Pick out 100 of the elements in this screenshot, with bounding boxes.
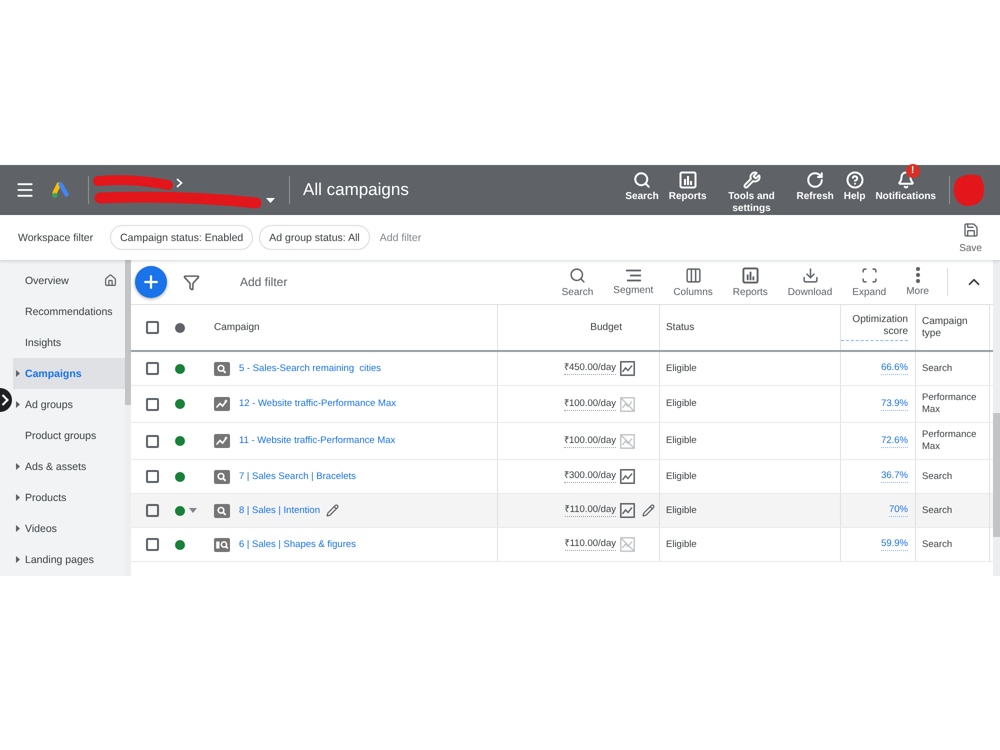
- optimization-score-link[interactable]: 70%: [888, 504, 908, 517]
- row-checkbox[interactable]: [146, 398, 159, 410]
- more-button[interactable]: More: [896, 267, 939, 297]
- row-checkbox[interactable]: [146, 538, 159, 551]
- download-button[interactable]: Download: [778, 266, 842, 298]
- search-icon: [633, 171, 652, 189]
- row-checkbox[interactable]: [146, 504, 159, 517]
- campaign-link[interactable]: 5 - Sales-Search remaining cities: [239, 362, 382, 374]
- columns-button[interactable]: Columns: [663, 266, 723, 298]
- campaign-type-text: Search: [922, 504, 952, 516]
- sidebar-item[interactable]: Insights: [13, 327, 125, 358]
- column-header: Budget: [590, 322, 622, 334]
- campaign-link[interactable]: 8 | Sales | Intention: [239, 504, 320, 516]
- table-row[interactable]: 11 - Website traffic-Performance Max ₹100.00/day Eligible 72.6% Performance Max: [131, 423, 993, 460]
- select-all-checkbox[interactable]: [146, 321, 159, 334]
- wrench-icon: [742, 171, 761, 189]
- redaction-blob: [953, 173, 985, 207]
- reports-button[interactable]: Reports: [722, 266, 778, 298]
- line-chart-icon[interactable]: [620, 361, 635, 376]
- row-checkbox[interactable]: [146, 362, 159, 375]
- sidebar-item[interactable]: Products: [13, 482, 125, 513]
- optimization-score-link[interactable]: 72.6%: [881, 434, 908, 448]
- trend-line-tile-icon: [214, 434, 230, 448]
- budget-amount: ₹110.00/day: [564, 538, 616, 551]
- sidebar-item[interactable]: Videos: [13, 513, 125, 544]
- sidebar-item[interactable]: Overview: [13, 265, 125, 296]
- table-row[interactable]: 12 - Website traffic-Performance Max ₹100.00/day Eligible 73.9% Performance Max: [131, 386, 993, 423]
- sidebar-item[interactable]: Ad groups: [13, 389, 125, 420]
- caret-down-icon[interactable]: [266, 198, 275, 203]
- scrollbar-thumb[interactable]: [993, 413, 1000, 537]
- workspace-filter-label: Workspace filter: [18, 232, 94, 244]
- filter-button[interactable]: [183, 274, 200, 290]
- download-icon: [802, 266, 819, 284]
- campaign-type-text: Performance Max: [922, 392, 978, 416]
- line-chart-icon[interactable]: [620, 503, 635, 518]
- sidebar-item[interactable]: Recommendations: [13, 296, 125, 327]
- edit-icon[interactable]: [642, 504, 655, 517]
- page-title: All campaigns: [303, 180, 409, 200]
- row-checkbox[interactable]: [146, 434, 159, 448]
- campaign-link[interactable]: 11 - Website traffic-Performance Max: [239, 435, 396, 447]
- optimization-score-link[interactable]: 36.7%: [881, 470, 908, 483]
- lines-icon: [624, 268, 642, 282]
- budget-amount: ₹100.00/day: [564, 434, 616, 448]
- edit-icon[interactable]: [326, 504, 339, 517]
- optimization-score-link[interactable]: 66.6%: [881, 362, 908, 375]
- sidebar-item[interactable]: Product groups: [13, 420, 125, 451]
- campaign-link[interactable]: 7 | Sales Search | Bracelets: [239, 470, 356, 482]
- filter-chip[interactable]: Campaign status: Enabled: [110, 225, 254, 250]
- sidebar-item[interactable]: Ads & assets: [13, 451, 125, 482]
- expand-button[interactable]: Expand: [842, 266, 896, 298]
- bar-chart-icon: [678, 171, 697, 189]
- notifications-button[interactable]: ! Notifications: [870, 165, 941, 215]
- ads-logo: [51, 181, 71, 199]
- add-filter-link[interactable]: Add filter: [380, 232, 422, 244]
- budget-amount: ₹100.00/day: [564, 398, 616, 410]
- segment-button[interactable]: Segment: [603, 268, 664, 296]
- status-text: Eligible: [666, 504, 697, 516]
- trend-line-tile-icon: [214, 397, 230, 411]
- tools-settings-button[interactable]: Tools and settings: [712, 165, 792, 215]
- campaign-link[interactable]: 6 | Sales | Shapes & figures: [239, 538, 356, 550]
- campaign-link[interactable]: 12 - Website traffic-Performance Max: [239, 398, 396, 410]
- search-tile-icon: [214, 362, 230, 376]
- row-checkbox[interactable]: [146, 470, 159, 483]
- columns-icon: [684, 266, 702, 284]
- sidebar-item[interactable]: Campaigns: [13, 358, 125, 389]
- refresh-icon: [806, 171, 824, 189]
- optimization-score-link[interactable]: 59.9%: [881, 538, 908, 551]
- search-button[interactable]: Search: [620, 165, 664, 215]
- refresh-button[interactable]: Refresh: [792, 165, 839, 215]
- campaign-type-text: Performance Max: [922, 429, 978, 453]
- save-button[interactable]: Save: [959, 222, 982, 254]
- chevron-tab-icon[interactable]: [0, 388, 13, 412]
- help-icon: [846, 171, 864, 189]
- search-button[interactable]: Search: [552, 266, 604, 298]
- notification-badge: !: [906, 164, 920, 178]
- status-dot-icon: [175, 322, 185, 332]
- filter-field[interactable]: Add filter: [240, 270, 440, 294]
- filter-chip[interactable]: Ad group status: All: [259, 225, 370, 250]
- table-row[interactable]: 5 - Sales-Search remaining cities ₹450.00/day Eligible 66.6% Search: [131, 352, 993, 386]
- column-header: Campaign type: [922, 316, 969, 340]
- reports-button[interactable]: Reports: [664, 165, 712, 215]
- search-tile-icon: [214, 470, 230, 484]
- help-button[interactable]: Help: [838, 165, 870, 215]
- table-row[interactable]: 8 | Sales | Intention ₹110.00/day Eligible 70% Search: [131, 494, 993, 528]
- bell-icon: [896, 171, 915, 189]
- sidebar-item[interactable]: Landing pages: [13, 544, 125, 575]
- table-row[interactable]: 7 | Sales Search | Bracelets ₹300.00/day Eligible 36.7% Search: [131, 460, 993, 494]
- table-row[interactable]: 6 | Sales | Shapes & figures ₹110.00/day Eligible 59.9% Search: [131, 528, 993, 562]
- chevron-right-icon: [176, 178, 183, 188]
- optimization-score-link[interactable]: 73.9%: [881, 398, 908, 410]
- search-icon: [568, 266, 586, 284]
- image-search-tile-icon: [214, 538, 230, 552]
- campaign-type-text: Search: [922, 362, 952, 374]
- budget-amount: ₹110.00/day: [564, 504, 616, 517]
- more-icon: [916, 267, 920, 283]
- add-button[interactable]: [135, 266, 167, 298]
- caret-down-icon[interactable]: [189, 508, 197, 513]
- save-icon: [962, 222, 979, 238]
- scrollbar-thumb[interactable]: [125, 260, 131, 405]
- line-chart-icon[interactable]: [620, 469, 635, 484]
